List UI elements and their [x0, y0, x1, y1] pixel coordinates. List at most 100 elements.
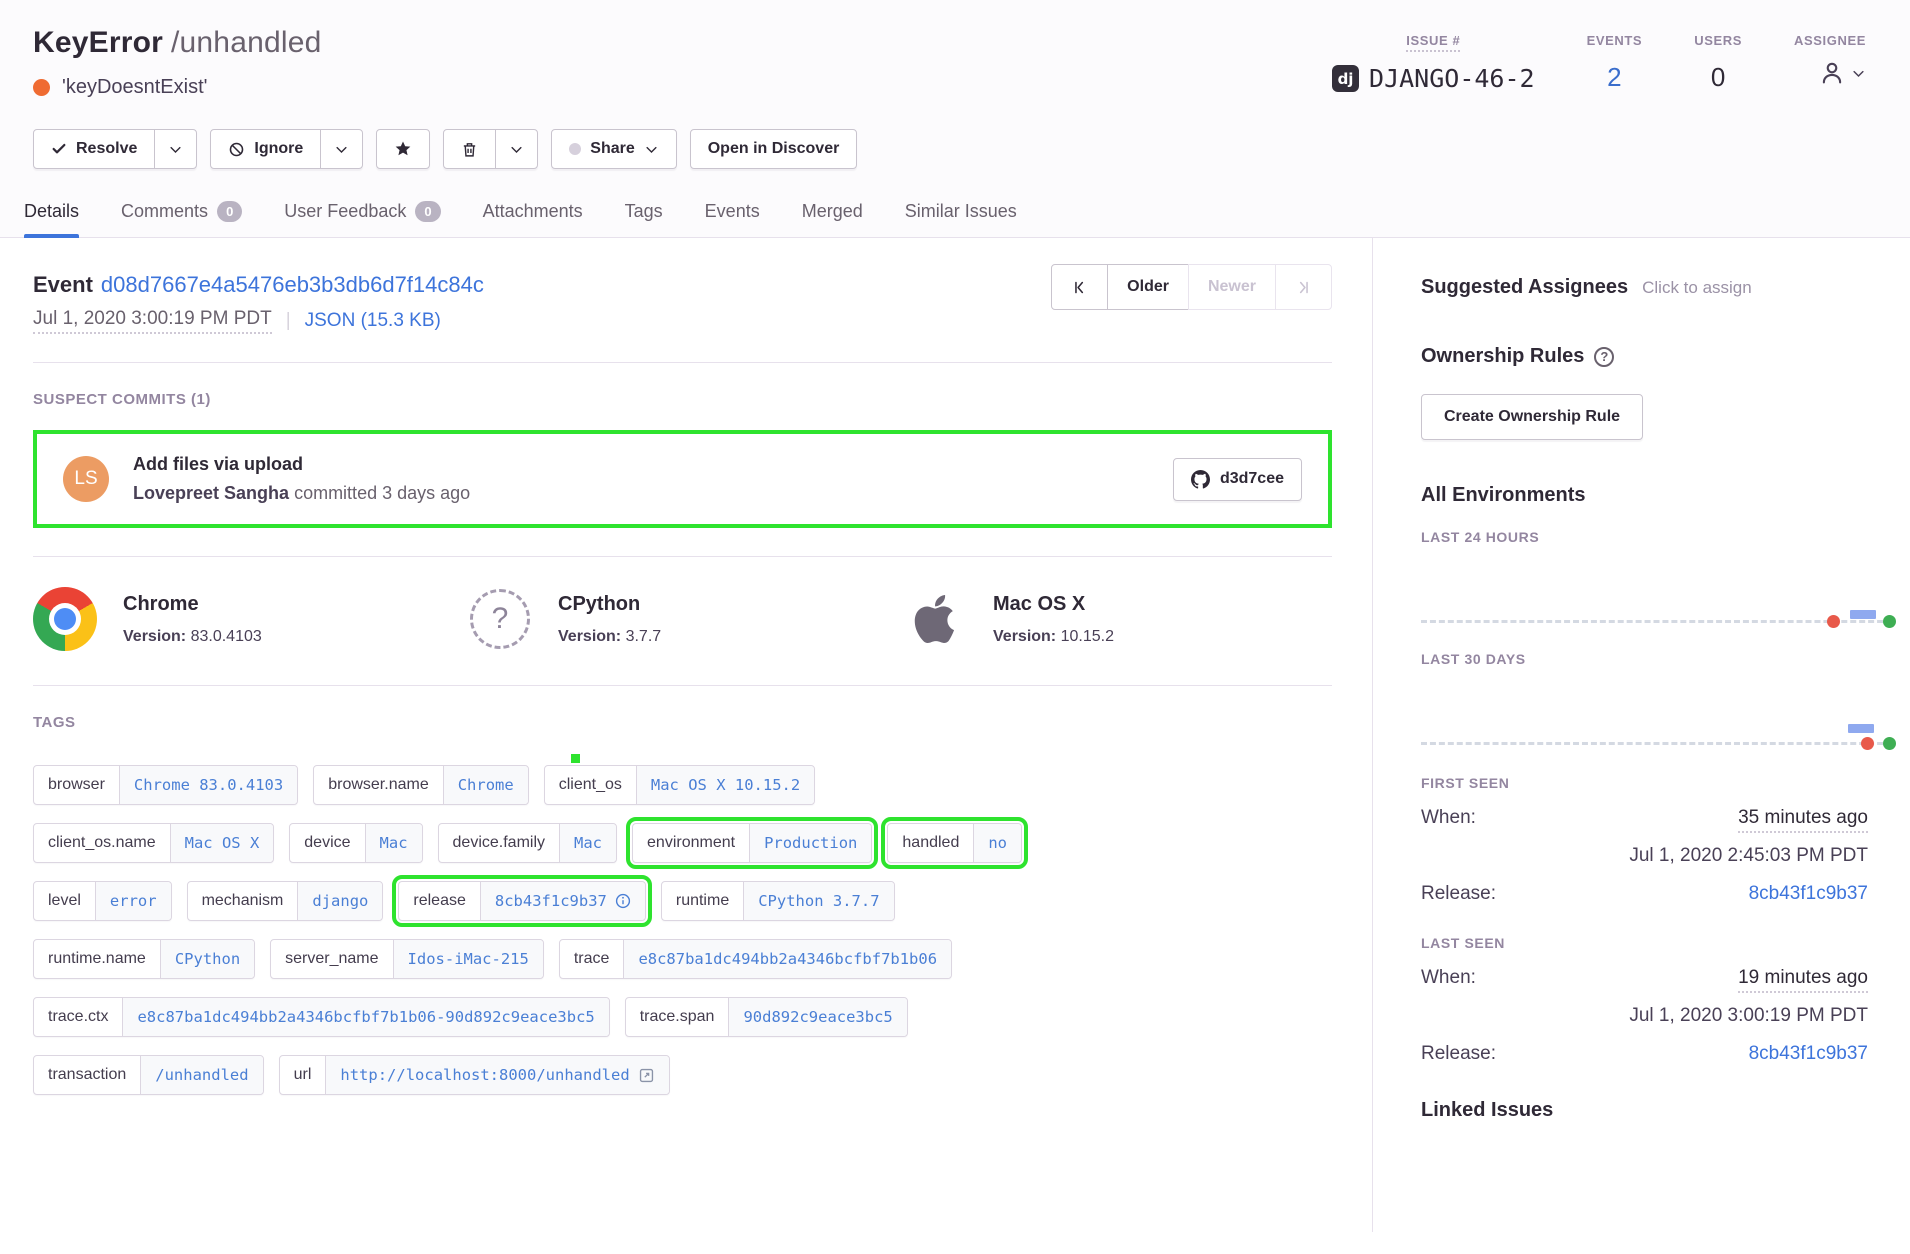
resolve-button[interactable]: Resolve — [33, 129, 155, 169]
last-30-days-label: LAST 30 DAYS — [1421, 651, 1868, 667]
issue-culprit: /unhandled — [171, 26, 321, 59]
context-version: Version: 10.15.2 — [993, 628, 1114, 646]
tab-similar-issues[interactable]: Similar Issues — [905, 201, 1017, 237]
tag-level: levelerror — [33, 881, 172, 921]
tag-value-link[interactable]: /unhandled — [140, 1056, 262, 1094]
event-json-link[interactable]: JSON (15.3 KB) — [305, 310, 441, 332]
tab-details[interactable]: Details — [24, 201, 79, 237]
event-id-link[interactable]: d08d7667e4a5476eb3b3db6d7f14c84c — [101, 272, 484, 297]
tab-comments[interactable]: Comments0 — [121, 201, 242, 237]
create-ownership-rule-button[interactable]: Create Ownership Rule — [1421, 394, 1643, 440]
tab-attachments[interactable]: Attachments — [483, 201, 583, 237]
apple-icon — [903, 587, 967, 651]
skip-to-last-icon — [1295, 279, 1312, 296]
tag-key: url — [280, 1056, 326, 1094]
tag-value-link[interactable]: django — [297, 882, 382, 920]
tag-release: release8cb43f1c9b37 — [398, 881, 645, 921]
tab-events[interactable]: Events — [705, 201, 760, 237]
tag-value-link[interactable]: no — [973, 824, 1021, 862]
first-seen-release-link[interactable]: 8cb43f1c9b37 — [1749, 883, 1868, 905]
tag-value-link[interactable]: Mac OS X — [170, 824, 274, 862]
users-label: USERS — [1694, 33, 1742, 48]
tag-key: trace.ctx — [34, 998, 122, 1036]
context-version: Version: 83.0.4103 — [123, 628, 262, 646]
issue-stats: ISSUE # dj DJANGO-46-2 EVENTS 2 USERS 0 … — [1332, 26, 1866, 93]
tag-key: server_name — [271, 940, 392, 978]
tab-user-feedback[interactable]: User Feedback0 — [284, 201, 440, 237]
events-count-link[interactable]: 2 — [1607, 62, 1621, 93]
resolve-dropdown-button[interactable] — [154, 129, 197, 169]
tag-value-link[interactable]: Production — [749, 824, 871, 862]
tab-count-badge: 0 — [415, 201, 440, 222]
tag-value-link[interactable]: CPython — [160, 940, 254, 978]
tab-merged[interactable]: Merged — [802, 201, 863, 237]
trash-icon — [461, 141, 478, 158]
share-button[interactable]: Share — [551, 129, 676, 169]
help-icon[interactable]: ? — [1594, 347, 1614, 367]
suggested-assignees-title: Suggested Assignees — [1421, 276, 1628, 299]
page-title: KeyError/unhandled — [33, 26, 321, 60]
context-mac-os-x: Mac OS XVersion: 10.15.2 — [903, 587, 1114, 651]
suspect-commit-card: LS Add files via upload Lovepreet Sangha… — [33, 430, 1332, 528]
events-label: EVENTS — [1587, 33, 1643, 48]
tag-value-link[interactable]: Idos-iMac-215 — [393, 940, 543, 978]
tag-value-link[interactable]: Chrome — [443, 766, 528, 804]
tag-value-link[interactable]: 90d892c9eace3bc5 — [728, 998, 906, 1036]
last-seen-release-link[interactable]: 8cb43f1c9b37 — [1749, 1043, 1868, 1065]
tag-client-os: client_osMac OS X 10.15.2 — [544, 765, 815, 805]
delete-button[interactable] — [443, 129, 496, 169]
when-label: When: — [1421, 967, 1476, 989]
tag-value-link[interactable]: e8c87ba1dc494bb2a4346bcfbf7b1b06 — [623, 940, 951, 978]
delete-dropdown-button[interactable] — [495, 129, 538, 169]
linked-issues-title: Linked Issues — [1421, 1099, 1553, 1122]
tag-key: trace.span — [626, 998, 729, 1036]
tag-value-link[interactable]: error — [95, 882, 171, 920]
tag-key: runtime.name — [34, 940, 160, 978]
divider — [33, 685, 1332, 686]
context-cpython: ?CPythonVersion: 3.7.7 — [468, 587, 903, 651]
skip-to-latest-button[interactable] — [1275, 264, 1332, 310]
tag-value-link[interactable]: Mac — [559, 824, 616, 862]
context-chrome: ChromeVersion: 83.0.4103 — [33, 587, 468, 651]
tag-value-link[interactable]: http://localhost:8000/unhandled — [325, 1056, 668, 1094]
assignee-dropdown[interactable] — [1794, 58, 1866, 88]
last-24-hours-label: LAST 24 HOURS — [1421, 529, 1868, 545]
tag-value-link[interactable]: Mac — [365, 824, 422, 862]
oldest-event-button[interactable] — [1051, 264, 1108, 310]
tag-key: transaction — [34, 1056, 140, 1094]
external-link-icon — [638, 1067, 655, 1084]
tag-value-link[interactable]: 8cb43f1c9b37 — [480, 882, 645, 920]
assignee-label: ASSIGNEE — [1794, 33, 1866, 48]
tag-handled: handledno — [887, 823, 1022, 863]
open-in-discover-button[interactable]: Open in Discover — [690, 129, 858, 169]
release-marker-red — [1861, 737, 1874, 750]
tag-value-link[interactable]: Mac OS X 10.15.2 — [636, 766, 814, 804]
tag-key: client_os — [545, 766, 636, 804]
commit-author: Lovepreet Sangha — [133, 483, 289, 503]
event-bar-marker — [1848, 724, 1874, 733]
tag-value-link[interactable]: e8c87ba1dc494bb2a4346bcfbf7b1b06-90d892c… — [122, 998, 608, 1036]
last-seen-heading: LAST SEEN — [1421, 935, 1868, 951]
github-icon — [1191, 470, 1210, 489]
commit-sha-button[interactable]: d3d7cee — [1173, 458, 1302, 501]
tag-runtime: runtimeCPython 3.7.7 — [661, 881, 895, 921]
newer-event-button[interactable]: Newer — [1188, 264, 1276, 310]
tags-heading: TAGS — [33, 714, 1332, 731]
tag-trace-span: trace.span90d892c9eace3bc5 — [625, 997, 908, 1037]
tag-key: release — [399, 882, 479, 920]
tag-value-link[interactable]: Chrome 83.0.4103 — [119, 766, 297, 804]
tag-value-link[interactable]: CPython 3.7.7 — [743, 882, 893, 920]
release-label: Release: — [1421, 1043, 1496, 1065]
release-marker-green — [1883, 737, 1896, 750]
tag-key: device.family — [439, 824, 559, 862]
issue-type: KeyError — [33, 26, 163, 59]
first-seen-relative: 35 minutes ago — [1738, 807, 1868, 833]
bookmark-button[interactable] — [376, 129, 430, 169]
ignore-button[interactable]: Ignore — [210, 129, 321, 169]
tag-key: mechanism — [188, 882, 298, 920]
ignore-dropdown-button[interactable] — [320, 129, 363, 169]
commit-author-avatar: LS — [63, 456, 109, 502]
context-name: CPython — [558, 587, 661, 616]
tab-tags[interactable]: Tags — [625, 201, 663, 237]
older-event-button[interactable]: Older — [1107, 264, 1189, 310]
